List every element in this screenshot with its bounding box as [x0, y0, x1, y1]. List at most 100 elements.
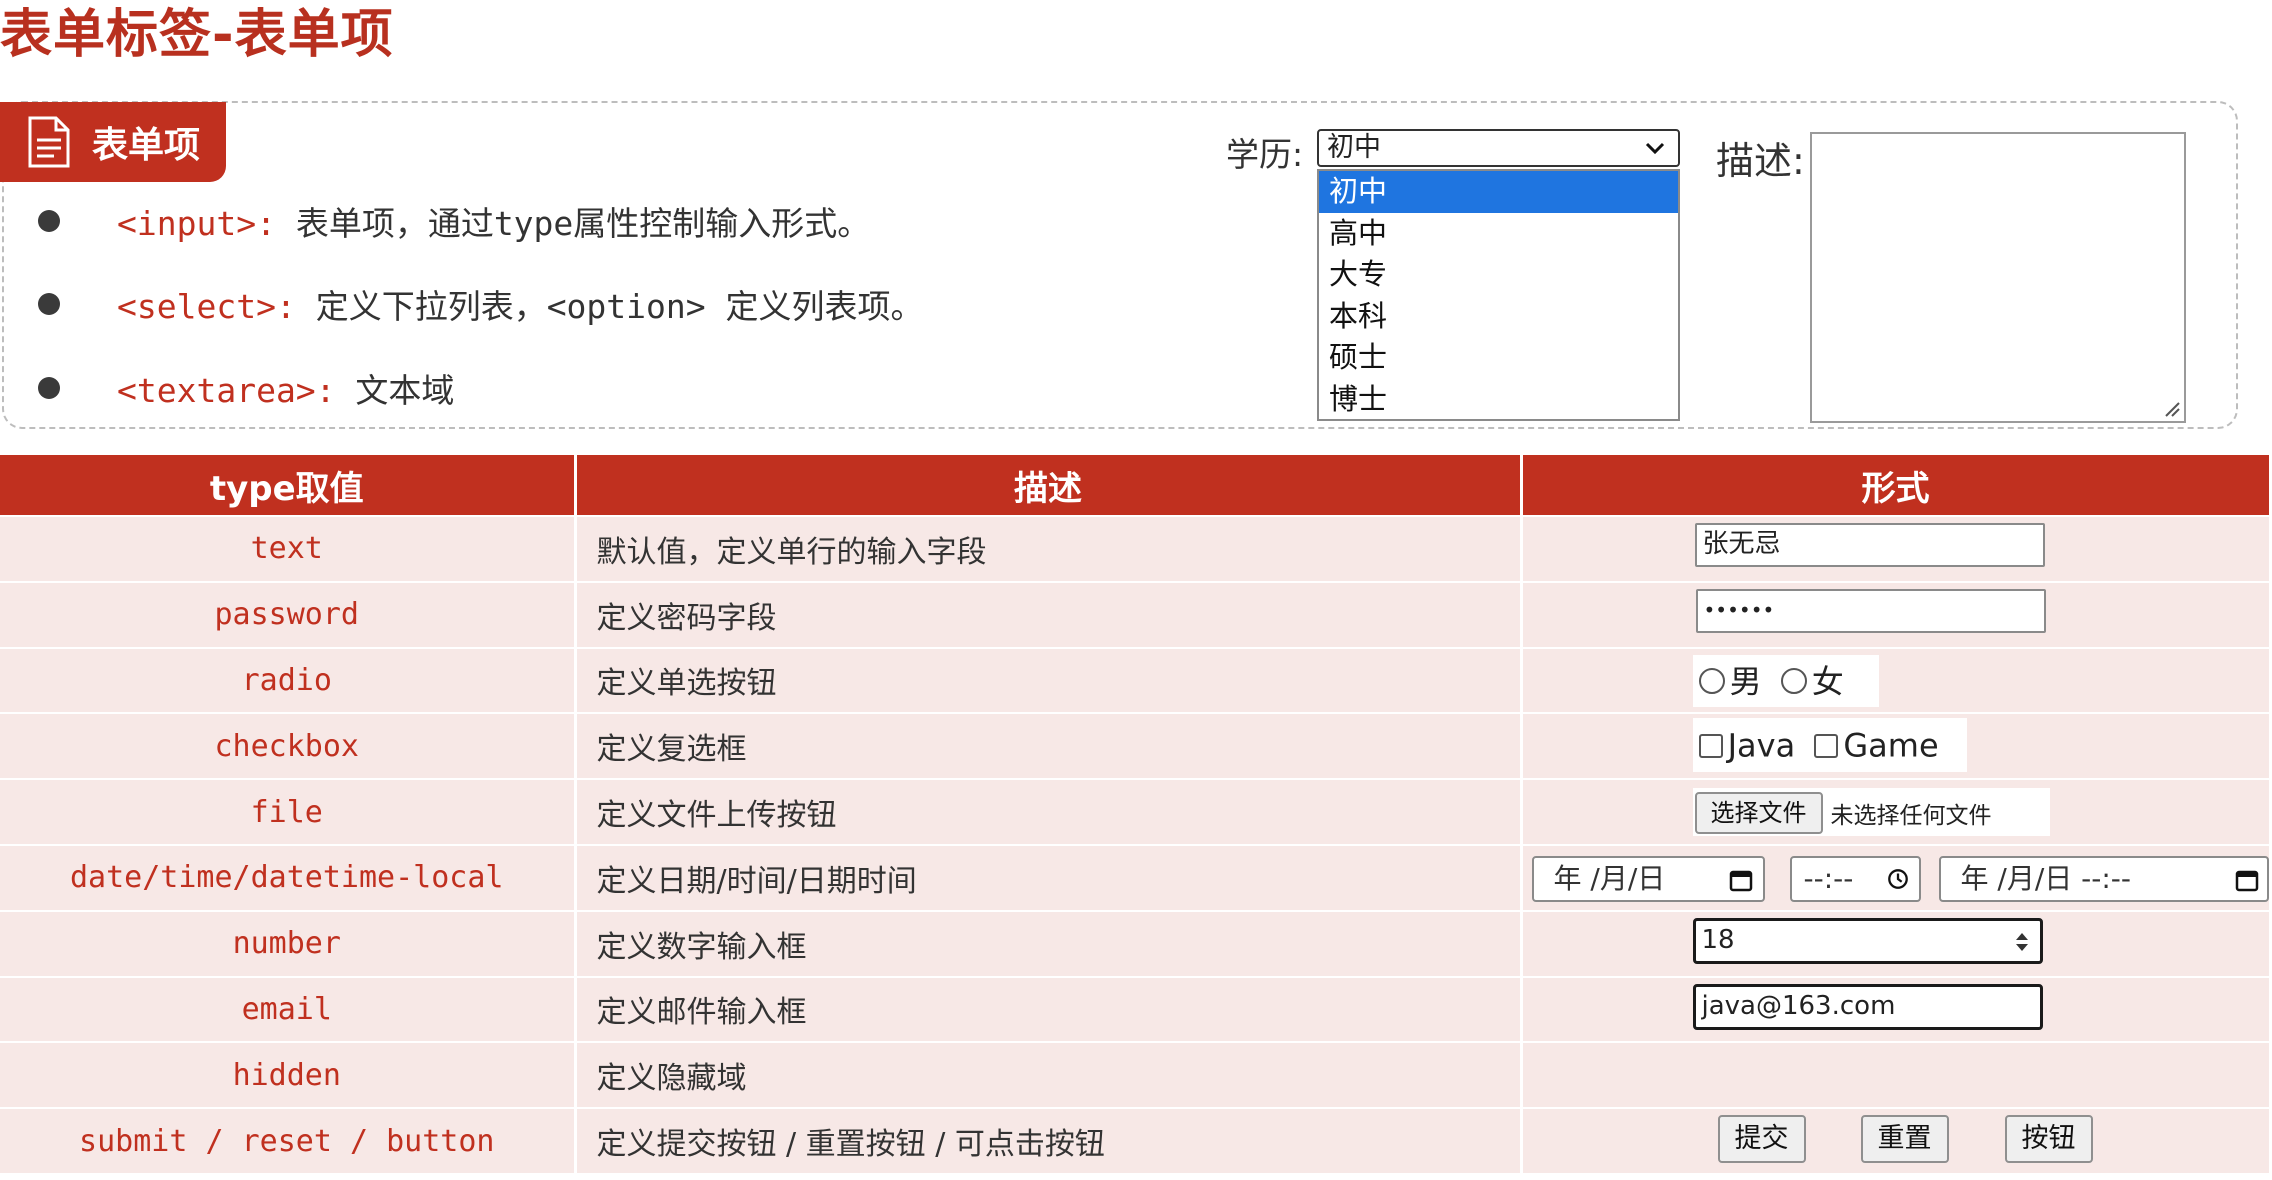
education-label: 学历: [1226, 135, 1304, 174]
description-label: 描述: [1716, 139, 1805, 183]
radio-group: 男 女 [1692, 654, 1879, 707]
bullet-tag: <input>: [117, 204, 296, 243]
header-desc: 描述 [575, 455, 1523, 516]
number-value: 18 [1701, 924, 1735, 955]
option-item[interactable]: 博士 [1319, 379, 1678, 421]
table-row: password 定义密码字段 •••••• [0, 580, 2272, 648]
desc-cell: 定义提交按钮 / 重置按钮 / 可点击按钮 [575, 1107, 1523, 1173]
bullet-tag: <select>: [117, 287, 316, 326]
calendar-icon[interactable] [2235, 868, 2259, 892]
email-input[interactable]: java@163.com [1692, 983, 2043, 1030]
file-input: 选择文件 未选择任何文件 [1692, 788, 2050, 837]
reset-button[interactable]: 重置 [1860, 1115, 1949, 1164]
calendar-icon[interactable] [1729, 868, 1753, 892]
education-select-value: 初中 [1327, 132, 1381, 163]
type-cell: number [0, 909, 577, 977]
type-cell: file [0, 778, 577, 845]
radio-male-label: 男 [1729, 662, 1762, 701]
form-cell: 选择文件 未选择任何文件 [1521, 778, 2272, 845]
plain-button[interactable]: 按钮 [2004, 1115, 2093, 1164]
table-row: radio 定义单选按钮 男 女 [0, 646, 2272, 714]
type-cell: radio [0, 646, 577, 714]
type-cell: hidden [0, 1041, 577, 1109]
checkbox-game[interactable] [1814, 733, 1839, 758]
spinner-icon[interactable] [2014, 931, 2030, 953]
radio-female[interactable] [1780, 668, 1807, 695]
datetime-local-input[interactable]: 年 /月/日 --:-- [1938, 855, 2269, 902]
form-cell: 男 女 [1521, 646, 2272, 714]
bullet-tag: <textarea>: [117, 371, 356, 410]
header-form: 形式 [1521, 455, 2272, 516]
form-cell [1521, 1041, 2272, 1109]
checkbox-group: Java Game [1692, 718, 1967, 773]
form-cell: java@163.com [1521, 975, 2272, 1043]
form-cell: 张无忌 [1521, 515, 2272, 582]
form-cell: 提交 重置 按钮 [1521, 1107, 2272, 1173]
checkbox-java[interactable] [1698, 733, 1723, 758]
bullet-text: 表单项，通过type属性控制输入形式。 [295, 204, 871, 243]
desc-cell: 默认值，定义单行的输入字段 [575, 515, 1523, 582]
page-title: 表单标签-表单项 [0, 5, 394, 65]
table-row: text 默认值，定义单行的输入字段 张无忌 [0, 515, 2272, 582]
submit-button[interactable]: 提交 [1717, 1115, 1806, 1164]
form-cell: 18 [1521, 909, 2272, 977]
table-row: checkbox 定义复选框 Java Game [0, 712, 2272, 780]
description-textarea[interactable] [1810, 132, 2186, 423]
number-input[interactable]: 18 [1692, 917, 2043, 964]
clock-icon[interactable] [1887, 868, 1909, 890]
date-placeholder: 年 /月/日 [1553, 861, 1666, 895]
education-select[interactable]: 初中 [1317, 129, 1680, 167]
option-item[interactable]: 本科 [1319, 296, 1678, 338]
resize-grip-icon[interactable] [2162, 399, 2180, 417]
file-status: 未选择任何文件 [1830, 803, 1992, 830]
desc-cell: 定义数字输入框 [575, 909, 1523, 977]
desc-cell: 定义日期/时间/日期时间 [575, 843, 1523, 911]
table-row: hidden 定义隐藏域 [0, 1041, 2272, 1109]
table-row: email 定义邮件输入框 java@163.com [0, 975, 2272, 1043]
badge-label: 表单项 [92, 125, 201, 166]
option-item[interactable]: 高中 [1319, 213, 1678, 255]
datetime-placeholder: 年 /月/日 --:-- [1960, 861, 2132, 895]
bullet-dot [38, 293, 60, 315]
table-row: file 定义文件上传按钮 选择文件 未选择任何文件 [0, 778, 2272, 845]
table-row: date/time/datetime-local 定义日期/时间/日期时间 年 … [0, 843, 2272, 911]
type-table: type取值 描述 形式 text 默认值，定义单行的输入字段 张无忌 pass… [0, 455, 2272, 1173]
table-header-row: type取值 描述 形式 [0, 455, 2272, 516]
radio-female-label: 女 [1811, 662, 1844, 701]
bullet-dot [38, 377, 60, 399]
checkbox-game-label: Game [1843, 726, 1939, 765]
desc-cell: 定义复选框 [575, 712, 1523, 780]
header-type: type取值 [0, 455, 577, 516]
text-input[interactable]: 张无忌 [1694, 523, 2045, 567]
time-input[interactable]: --:-- [1789, 855, 1921, 902]
form-cell: Java Game [1521, 712, 2272, 780]
choose-file-button[interactable]: 选择文件 [1694, 792, 1823, 835]
type-cell: password [0, 580, 577, 648]
option-item[interactable]: 硕士 [1319, 337, 1678, 379]
option-item[interactable]: 初中 [1319, 171, 1678, 213]
desc-cell: 定义密码字段 [575, 580, 1523, 648]
type-cell: text [0, 515, 577, 582]
type-cell: submit / reset / button [0, 1107, 577, 1173]
time-placeholder: --:-- [1803, 861, 1854, 895]
desc-cell: 定义邮件输入框 [575, 975, 1523, 1043]
form-cell: •••••• [1521, 580, 2272, 648]
desc-cell: 定义单选按钮 [575, 646, 1523, 714]
section-badge: 表单项 [0, 102, 226, 182]
type-cell: email [0, 975, 577, 1043]
document-icon [28, 116, 70, 168]
desc-cell: 定义文件上传按钮 [575, 778, 1523, 845]
bullet-text: 定义下拉列表，<option> 定义列表项。 [315, 287, 924, 326]
form-cell: 年 /月/日 --:-- 年 /月/日 --:-- [1521, 843, 2272, 911]
checkbox-java-label: Java [1727, 726, 1796, 765]
type-cell: checkbox [0, 712, 577, 780]
type-cell: date/time/datetime-local [0, 843, 577, 911]
option-item[interactable]: 大专 [1319, 254, 1678, 296]
table-row: submit / reset / button 定义提交按钮 / 重置按钮 / … [0, 1107, 2272, 1173]
password-input[interactable]: •••••• [1695, 588, 2046, 633]
date-input[interactable]: 年 /月/日 [1531, 855, 1765, 902]
table-row: number 定义数字输入框 18 [0, 909, 2272, 977]
education-dropdown-list: 初中 高中 大专 本科 硕士 博士 [1317, 169, 1680, 421]
radio-male[interactable] [1698, 668, 1725, 695]
bullet-dot [38, 210, 60, 232]
